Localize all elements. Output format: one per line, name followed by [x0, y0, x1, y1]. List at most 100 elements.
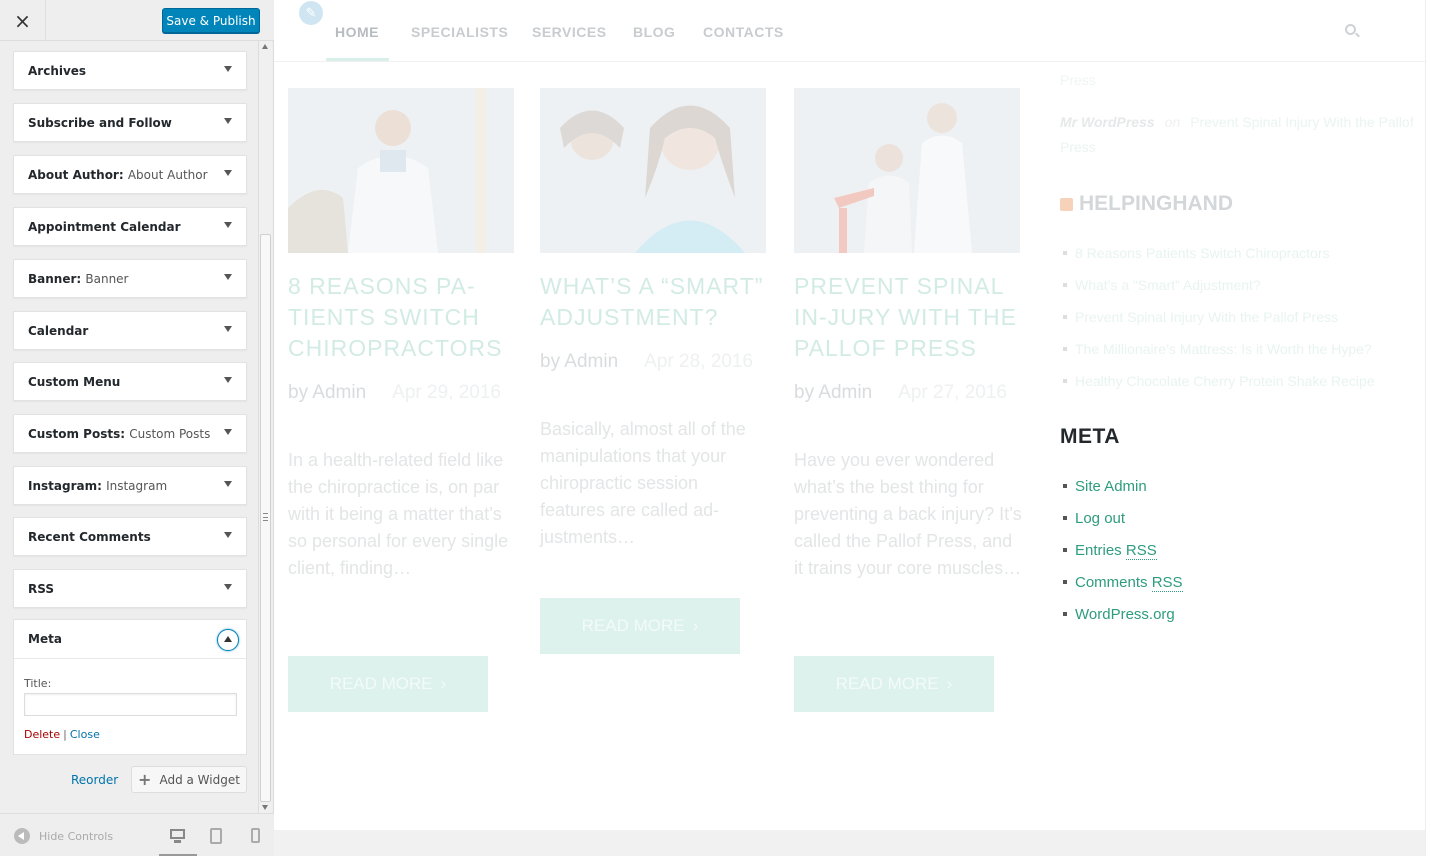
chevron-down-icon[interactable]: [224, 481, 232, 487]
recent-comment-post-link[interactable]: Press: [1060, 72, 1096, 88]
scroll-thumb[interactable]: [260, 234, 271, 802]
delete-link[interactable]: Delete: [24, 728, 60, 741]
nav-services[interactable]: SERVICES: [532, 24, 607, 40]
plus-icon: +: [138, 770, 152, 789]
widget-subtitle: Custom Posts: [129, 427, 211, 441]
chevron-right-icon: ›: [946, 674, 953, 693]
post-date: Apr 29, 2016: [392, 382, 501, 403]
meta-entries-rss[interactable]: Entries RSS: [1063, 534, 1183, 566]
widget-subtitle: About Author: [127, 168, 208, 182]
post-author[interactable]: by Admin: [288, 382, 366, 403]
post-excerpt: Basically, almost all of the manipulatio…: [540, 419, 746, 547]
add-widget-button[interactable]: + Add a Widget: [131, 766, 247, 793]
chevron-down-icon[interactable]: [224, 222, 232, 228]
post-meta: by Admin Apr 29, 2016: [288, 379, 514, 406]
scroll-up-icon[interactable]: [262, 44, 268, 49]
widget-subscribe-and-follow[interactable]: Subscribe and Follow: [13, 103, 247, 142]
chevron-down-icon[interactable]: [224, 66, 232, 72]
nav-blog[interactable]: BLOG: [633, 24, 675, 40]
nav-home[interactable]: HOME: [335, 24, 379, 40]
reorder-link[interactable]: Reorder: [71, 773, 118, 787]
widget-subtitle: Instagram: [106, 479, 168, 493]
read-more-label: READ MORE: [835, 674, 939, 693]
post-title[interactable]: PREVENT SPINAL IN-JURY WITH THE PALLOF P…: [794, 271, 1024, 364]
chevron-down-icon[interactable]: [224, 377, 232, 383]
widget-calendar[interactable]: Calendar: [13, 311, 247, 350]
widget-title: Banner: Banner: [28, 272, 129, 286]
widget-meta-expanded: Meta Title: Delete | Close: [13, 619, 247, 755]
panel-scrollbar[interactable]: [258, 41, 272, 813]
chevron-up-icon[interactable]: [217, 629, 239, 651]
post-author[interactable]: by Admin: [540, 351, 618, 372]
tablet-icon[interactable]: [209, 828, 225, 844]
widget-list: Archives Subscribe and Follow About Auth…: [0, 41, 258, 813]
widget-instagram[interactable]: Instagram: Instagram: [13, 466, 247, 505]
mobile-icon[interactable]: [249, 828, 265, 844]
save-publish-button[interactable]: Save & Publish: [162, 8, 260, 33]
site-navigation: ✎ HOME SPECIALISTS SERVICES BLOG CONTACT…: [274, 0, 1431, 62]
add-widget-label: Add a Widget: [159, 772, 240, 787]
hide-controls-button[interactable]: Hide Controls: [14, 828, 113, 844]
widget-custom-menu[interactable]: Custom Menu: [13, 362, 247, 401]
post-title[interactable]: WHAT’S A “SMART” ADJUSTMENT?: [540, 271, 770, 333]
title-field[interactable]: [24, 693, 237, 716]
customizer-footer: Hide Controls: [0, 813, 274, 856]
list-item[interactable]: 8 Reasons Patients Switch Chiropractors: [1063, 237, 1375, 269]
preview-edge: [1425, 0, 1431, 856]
helpinghand-title[interactable]: HELPINGHAND: [1079, 192, 1233, 216]
widget-custom-posts[interactable]: Custom Posts: Custom Posts: [13, 414, 247, 453]
widget-about-author[interactable]: About Author: About Author: [13, 155, 247, 194]
footer-band: [274, 830, 1425, 856]
widget-banner[interactable]: Banner: Banner: [13, 259, 247, 298]
widget-title: Instagram: Instagram: [28, 479, 168, 493]
post-date: Apr 28, 2016: [644, 351, 753, 372]
grip-icon: [263, 513, 268, 521]
chevron-down-icon[interactable]: [224, 274, 232, 280]
desktop-icon[interactable]: [170, 828, 186, 844]
nav-contacts[interactable]: CONTACTS: [703, 24, 784, 40]
helpinghand-list: 8 Reasons Patients Switch Chiropractors …: [1063, 237, 1375, 397]
meta-list: Site Admin Log out Entries RSS Comments …: [1063, 470, 1183, 630]
post-title[interactable]: 8 REASONS PA-TIENTS SWITCH CHIROPRACTORS: [288, 271, 518, 364]
chevron-down-icon[interactable]: [224, 118, 232, 124]
widget-title: Calendar: [28, 324, 89, 338]
list-item[interactable]: What’s a “Smart” Adjustment?: [1063, 269, 1375, 301]
widget-appointment-calendar[interactable]: Appointment Calendar: [13, 207, 247, 246]
list-item[interactable]: The Millionaire’s Mattress: Is it Worth …: [1063, 333, 1375, 365]
close-icon[interactable]: ×: [0, 0, 46, 41]
chevron-down-icon[interactable]: [224, 326, 232, 332]
rss-icon[interactable]: [1060, 197, 1073, 211]
separator: |: [63, 728, 67, 741]
nav-specialists[interactable]: SPECIALISTS: [411, 24, 508, 40]
meta-comments-rss[interactable]: Comments RSS: [1063, 566, 1183, 598]
widget-archives[interactable]: Archives: [13, 51, 247, 90]
widget-meta-header[interactable]: Meta: [14, 620, 246, 659]
read-more-button[interactable]: READ MORE ›: [794, 656, 994, 712]
read-more-button[interactable]: READ MORE ›: [540, 598, 740, 654]
widget-rss[interactable]: RSS: [13, 569, 247, 608]
close-link[interactable]: Close: [70, 728, 100, 741]
widget-recent-comments[interactable]: Recent Comments: [13, 517, 247, 556]
chevron-down-icon[interactable]: [224, 429, 232, 435]
list-item[interactable]: Prevent Spinal Injury With the Pallof Pr…: [1063, 301, 1375, 333]
edit-pencil-icon[interactable]: ✎: [299, 1, 323, 25]
widget-title: Meta: [28, 632, 62, 646]
post-excerpt: Have you ever wondered what’s the best t…: [794, 450, 1022, 578]
post-image[interactable]: [794, 88, 1020, 253]
chevron-down-icon[interactable]: [224, 584, 232, 590]
meta-site-admin[interactable]: Site Admin: [1063, 470, 1183, 502]
list-item[interactable]: Healthy Chocolate Cherry Protein Shake R…: [1063, 365, 1375, 397]
meta-wordpress-org[interactable]: WordPress.org: [1063, 598, 1183, 630]
widget-title: Custom Posts: Custom Posts: [28, 427, 211, 441]
chevron-down-icon[interactable]: [224, 170, 232, 176]
search-icon[interactable]: [1345, 24, 1360, 38]
widget-title: RSS: [28, 582, 54, 596]
chevron-down-icon[interactable]: [224, 532, 232, 538]
read-more-button[interactable]: READ MORE ›: [288, 656, 488, 712]
meta-log-out[interactable]: Log out: [1063, 502, 1183, 534]
scroll-down-icon[interactable]: [262, 805, 268, 810]
chevron-right-icon: ›: [440, 674, 447, 693]
post-author[interactable]: by Admin: [794, 382, 872, 403]
post-image[interactable]: [540, 88, 766, 253]
post-image[interactable]: [288, 88, 514, 253]
